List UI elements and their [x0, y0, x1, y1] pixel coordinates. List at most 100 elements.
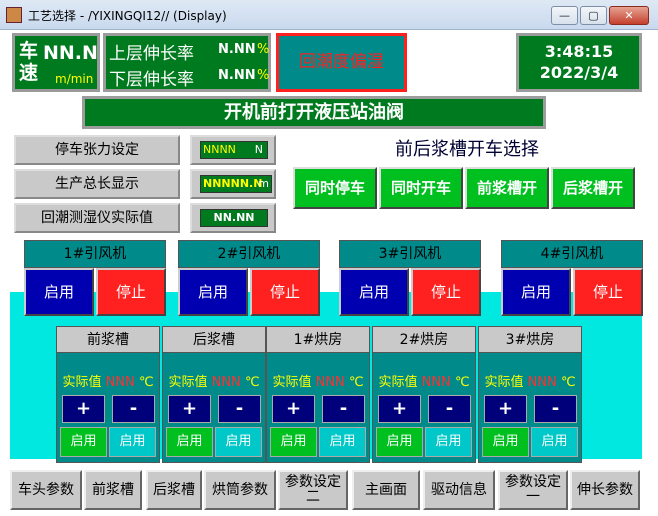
tension-value: NNNN [203, 143, 236, 156]
zone-front-tank: 前浆槽 实际值 NNN ℃ + - 启用 启用 [56, 326, 160, 463]
tension-label: 停车张力设定 [14, 135, 180, 165]
zone-name: 1#烘房 [267, 327, 369, 353]
enable-button-1[interactable]: 启用 [376, 427, 423, 457]
decrease-button[interactable]: - [534, 395, 577, 423]
zone-dryer-2: 2#烘房 实际值 NNN ℃ + - 启用 启用 [372, 326, 476, 463]
zone-reading-label: 实际值 [272, 375, 312, 390]
humidity-value: NN.NN [200, 209, 268, 227]
nav-rear-tank[interactable]: 后浆槽 [146, 470, 202, 510]
zone-reading-unit: ℃ [454, 375, 470, 390]
zone-name: 后浆槽 [163, 327, 265, 353]
enable-button-2[interactable]: 启用 [425, 427, 472, 457]
nav-head-params[interactable]: 车头参数 [10, 470, 82, 510]
zone-reading: 实际值 NNN ℃ [373, 371, 475, 390]
zone-reading-label: 实际值 [378, 375, 418, 390]
zone-reading-value: NNN [211, 375, 241, 390]
enable-button-1[interactable]: 启用 [166, 427, 213, 457]
lower-stretch-label: 下层伸长率 [109, 70, 194, 90]
length-field-frame: NNNNN.N m [190, 169, 276, 199]
stop-both-button[interactable]: 同时停车 [293, 167, 377, 209]
enable-button-1[interactable]: 启用 [270, 427, 317, 457]
clock-date: 2022/3/4 [539, 63, 619, 82]
increase-button[interactable]: + [378, 395, 421, 423]
fan-2-stop-button[interactable]: 停止 [250, 268, 320, 316]
zone-reading-unit: ℃ [138, 375, 154, 390]
zone-name: 3#烘房 [479, 327, 581, 353]
fan-1-start-button[interactable]: 启用 [24, 268, 94, 316]
start-both-button[interactable]: 同时开车 [379, 167, 463, 209]
nav-dryer-params[interactable]: 烘筒参数 [204, 470, 276, 510]
length-value: NNNNN.N [203, 177, 263, 190]
fan-3-stop-button[interactable]: 停止 [411, 268, 481, 316]
enable-button-2[interactable]: 启用 [109, 427, 156, 457]
fan-2-title: 2#引风机 [178, 240, 320, 268]
rear-tank-start-button[interactable]: 后浆槽开 [551, 167, 635, 209]
decrease-button[interactable]: - [112, 395, 155, 423]
tension-unit: N [254, 143, 263, 156]
zone-reading: 实际值 NNN ℃ [267, 371, 369, 390]
nav-front-tank[interactable]: 前浆槽 [84, 470, 142, 510]
speed-value: NN.N [43, 42, 98, 64]
speed-panel: 车速 NN.N m/min [12, 33, 100, 92]
zone-dryer-1: 1#烘房 实际值 NNN ℃ + - 启用 启用 [266, 326, 370, 463]
nav-drive-info[interactable]: 驱动信息 [423, 470, 495, 510]
clock-panel: 3:48:15 2022/3/4 [516, 33, 642, 92]
fan-3-start-button[interactable]: 启用 [339, 268, 409, 316]
zone-dryer-3: 3#烘房 实际值 NNN ℃ + - 启用 启用 [478, 326, 582, 463]
fan-2-start-button[interactable]: 启用 [178, 268, 248, 316]
nav-param-set-1[interactable]: 参数设定一 [498, 470, 568, 510]
zone-rear-tank: 后浆槽 实际值 NNN ℃ + - 启用 启用 [162, 326, 266, 463]
length-unit: m [258, 177, 269, 190]
notice-banner: 开机前打开液压站油阀 [82, 96, 546, 129]
nav-main-screen[interactable]: 主画面 [352, 470, 420, 510]
lower-stretch-unit: % [257, 68, 270, 83]
clock-time: 3:48:15 [544, 42, 614, 61]
enable-button-2[interactable]: 启用 [531, 427, 578, 457]
tension-field-frame: NNNN N [190, 135, 276, 165]
fan-4-stop-button[interactable]: 停止 [573, 268, 643, 316]
fan-4-start-button[interactable]: 启用 [501, 268, 571, 316]
zone-name: 前浆槽 [57, 327, 159, 353]
length-label: 生产总长显示 [14, 169, 180, 199]
enable-button-2[interactable]: 启用 [319, 427, 366, 457]
increase-button[interactable]: + [484, 395, 527, 423]
length-display: NNNNN.N m [200, 175, 272, 193]
tension-input[interactable]: NNNN N [200, 141, 268, 159]
close-button[interactable]: ✕ [609, 6, 649, 25]
client-area: 车速 NN.N m/min 上层伸长率 N.NN % 下层伸长率 N.NN % … [4, 30, 654, 512]
zone-reading-value: NNN [421, 375, 451, 390]
fan-4-title: 4#引风机 [501, 240, 643, 268]
enable-button-1[interactable]: 启用 [482, 427, 529, 457]
title-bar: 工艺选择 - /YIXINGQI12// (Display) — ▢ ✕ [0, 0, 658, 30]
fan-1-stop-button[interactable]: 停止 [96, 268, 166, 316]
nav-stretch-params[interactable]: 伸长参数 [570, 470, 640, 510]
lower-stretch-value: N.NN [218, 68, 256, 83]
enable-button-2[interactable]: 启用 [215, 427, 262, 457]
minimize-button[interactable]: — [551, 6, 578, 25]
fan-1-title: 1#引风机 [24, 240, 166, 268]
maximize-button[interactable]: ▢ [580, 6, 607, 25]
decrease-button[interactable]: - [428, 395, 471, 423]
front-tank-start-button[interactable]: 前浆槽开 [465, 167, 549, 209]
decrease-button[interactable]: - [218, 395, 261, 423]
zone-reading: 实际值 NNN ℃ [479, 371, 581, 390]
tank-select-title: 前后浆槽开车选择 [395, 139, 539, 160]
nav-param-set-2[interactable]: 参数设定二 [278, 470, 348, 510]
increase-button[interactable]: + [168, 395, 211, 423]
upper-stretch-unit: % [257, 42, 270, 57]
increase-button[interactable]: + [272, 395, 315, 423]
humidity-field-frame: NN.NN [190, 203, 276, 233]
zone-reading-label: 实际值 [62, 375, 102, 390]
zone-reading: 实际值 NNN ℃ [163, 371, 265, 390]
zone-reading-label: 实际值 [484, 375, 524, 390]
window-title: 工艺选择 - /YIXINGQI12// (Display) [28, 9, 227, 23]
speed-label: 车速 [19, 40, 39, 84]
speed-unit: m/min [55, 72, 94, 86]
zone-reading-value: NNN [315, 375, 345, 390]
decrease-button[interactable]: - [322, 395, 365, 423]
stretch-panel: 上层伸长率 N.NN % 下层伸长率 N.NN % [103, 33, 271, 92]
upper-stretch-value: N.NN [218, 42, 256, 57]
enable-button-1[interactable]: 启用 [60, 427, 107, 457]
zone-reading-label: 实际值 [168, 375, 208, 390]
increase-button[interactable]: + [62, 395, 105, 423]
